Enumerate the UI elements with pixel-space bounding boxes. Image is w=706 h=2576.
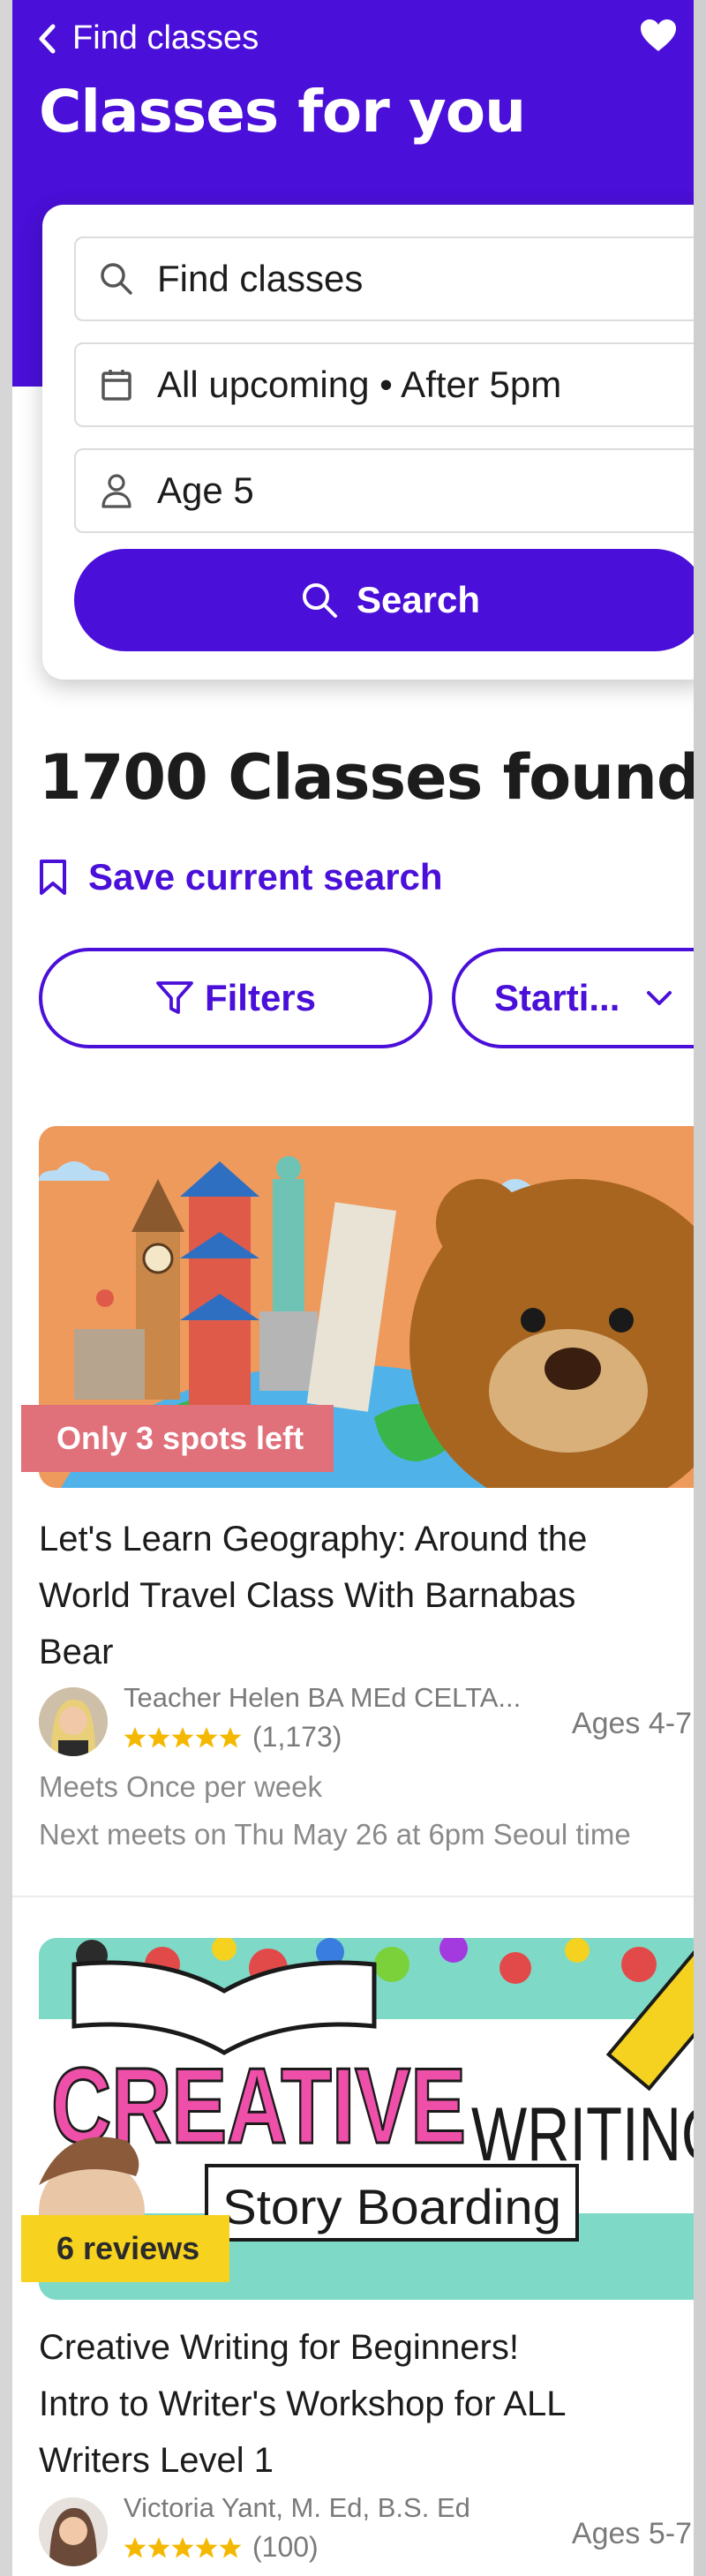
chevron-left-icon [39,24,56,53]
search-input[interactable]: Find classes [74,237,694,321]
age-field[interactable]: Age 5 [74,448,694,533]
teacher-photo [39,1687,108,1756]
rating-stars: (100) [124,2531,319,2564]
chevron-down-icon [647,991,672,1005]
class-title[interactable]: Let's Learn Geography: Around the World … [39,1511,692,1680]
avatar[interactable] [39,1687,108,1756]
search-form: Find classes All upcoming • After 5pm Ag… [42,205,694,680]
teacher-name[interactable]: Victoria Yant, M. Ed, B.S. Ed [124,2492,470,2524]
age-field-value: Age 5 [157,469,254,511]
top-bar: Find classes [12,14,694,64]
schedule-field[interactable]: All upcoming • After 5pm [74,342,694,427]
class-title-line: Creative Writing for Beginners! [39,2328,519,2367]
save-search-button[interactable]: Save current search [39,856,443,898]
avatar[interactable] [39,2497,108,2566]
class-title[interactable]: Creative Writing for Beginners! Intro to… [39,2319,692,2489]
star-icon [124,1726,242,1747]
rating-count: (1,173) [252,1721,342,1753]
class-title-line: Writers Level 1 [39,2441,274,2480]
search-button[interactable]: Search [74,549,694,651]
sort-label: Starti... [494,977,620,1018]
meeting-frequency: Meets Once per week [39,1770,322,1803]
teacher-row[interactable]: Victoria Yant, M. Ed, B.S. Ed (100) Ages… [39,2492,692,2566]
back-button[interactable]: Find classes [37,19,259,57]
class-title-line: Intro to Writer's Workshop for ALL [39,2384,567,2423]
availability-badge: Only 3 spots left [21,1405,334,1472]
class-title-line: World Travel Class With Barnabas [39,1576,576,1615]
rating-stars: (1,173) [124,1721,342,1754]
storyboarding-image-caption: Story Boarding [222,2179,561,2234]
heart-icon[interactable] [639,18,678,53]
teacher-name[interactable]: Teacher Helen BA MEd CELTA... [124,1682,521,1714]
age-range: Ages 4-7 [571,1707,692,1740]
sort-dropdown[interactable]: Starti... [452,948,694,1048]
filter-icon [156,981,193,1014]
reviews-badge: 6 reviews [21,2215,230,2282]
rating-count: (100) [252,2531,319,2563]
person-icon [101,474,131,508]
filters-label: Filters [204,977,317,1018]
star-icon [124,2536,242,2557]
back-label: Find classes [72,19,259,56]
calendar-icon [101,370,131,401]
page-title: Classes for you [39,78,526,146]
search-icon [101,263,132,295]
teacher-row[interactable]: Teacher Helen BA MEd CELTA... (1,173) Ag… [39,1682,692,1756]
search-button-label: Search [356,579,481,620]
bookmark-icon [40,860,66,895]
search-icon [302,583,337,618]
class-title-line: Let's Learn Geography: Around the [39,1520,588,1558]
class-search-screen: Find classes Classes for you Find classe… [12,0,694,2576]
scroll-edge [694,0,706,2576]
class-title-line: Bear [39,1633,114,1671]
divider [12,1896,694,1897]
filters-button[interactable]: Filters [39,948,432,1048]
teacher-photo [39,2497,108,2566]
search-input-value: Find classes [157,258,364,299]
save-search-label: Save current search [88,856,443,897]
results-count-title: 1700 Classes found [39,741,694,814]
age-range: Ages 5-7 [571,2517,692,2550]
schedule-field-value: All upcoming • After 5pm [157,364,562,405]
next-meeting: Next meets on Thu May 26 at 6pm Seoul ti… [39,1818,631,1851]
